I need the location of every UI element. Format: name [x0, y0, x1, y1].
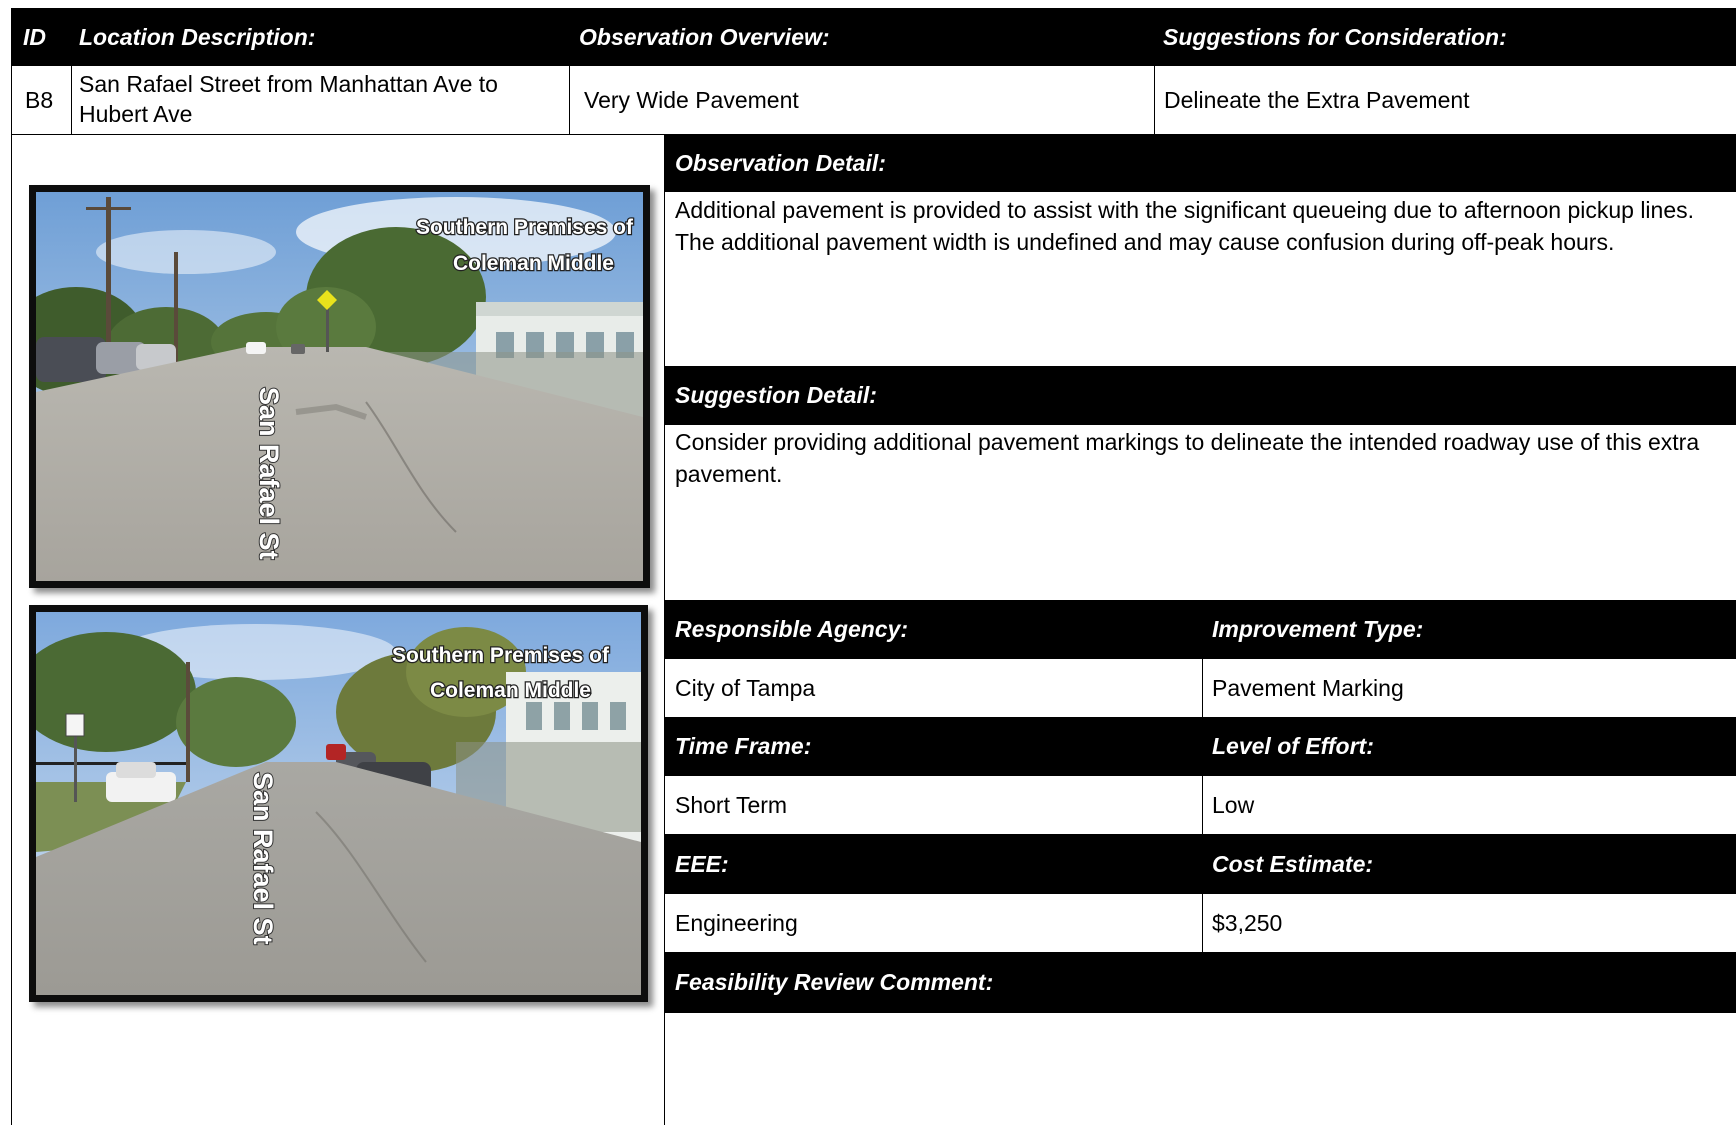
grid-line: [1202, 659, 1203, 717]
responsible-agency-value: City of Tampa: [675, 674, 816, 701]
premises-label-line2: Coleman Middle: [453, 252, 614, 275]
cost-estimate-header: Cost Estimate:: [1202, 834, 1736, 894]
eee-header: EEE:: [665, 834, 1202, 894]
observation-header: Observation Overview:: [569, 8, 1154, 66]
level-of-effort-header: Level of Effort:: [1202, 717, 1736, 776]
time-frame-header: Time Frame:: [665, 717, 1202, 776]
street-name-label: San Rafael St: [254, 387, 284, 560]
grid-line: [569, 66, 570, 134]
id-header: ID: [11, 8, 71, 66]
observation-detail-text: Additional pavement is provided to assis…: [675, 197, 1695, 255]
premises-label-line2: Coleman Middle: [430, 679, 591, 702]
improvement-type-value: Pavement Marking: [1212, 674, 1404, 701]
photo-1-image: San Rafael St Southern Premises of Colem…: [36, 192, 643, 581]
row-observation: Very Wide Pavement: [584, 86, 799, 113]
premises-label-line1: Southern Premises of: [392, 644, 610, 667]
site-photo-1: San Rafael St Southern Premises of Colem…: [29, 185, 650, 588]
feasibility-header: Feasibility Review Comment:: [665, 952, 1736, 1013]
premises-label-line1: Southern Premises of: [416, 216, 634, 239]
time-frame-value: Short Term: [675, 791, 788, 818]
grid-line: [11, 66, 12, 1125]
observation-detail-header: Observation Detail:: [665, 134, 1736, 192]
eee-value: Engineering: [675, 909, 798, 936]
cost-estimate-value: $3,250: [1212, 909, 1283, 936]
grid-line: [71, 66, 72, 134]
level-of-effort-value: Low: [1212, 791, 1255, 818]
suggestion-detail-text: Consider providing additional pavement m…: [675, 429, 1700, 487]
location-header: Location Description:: [71, 8, 569, 66]
suggestion-detail-header: Suggestion Detail:: [665, 366, 1736, 425]
suggestions-header: Suggestions for Consideration:: [1154, 8, 1736, 66]
site-photo-2: San Rafael St Southern Premises of Colem…: [29, 605, 648, 1002]
street-name-label: San Rafael St: [248, 772, 278, 945]
grid-line: [1202, 894, 1203, 952]
improvement-type-header: Improvement Type:: [1202, 600, 1736, 659]
row-location: San Rafael Street from Manhattan Ave to …: [79, 71, 498, 127]
responsible-agency-header: Responsible Agency:: [665, 600, 1202, 659]
grid-line: [1154, 66, 1155, 134]
row-id: B8: [25, 86, 54, 113]
grid-line: [1202, 776, 1203, 834]
row-suggestion: Delineate the Extra Pavement: [1164, 86, 1470, 113]
photo-2-image: San Rafael St Southern Premises of Colem…: [36, 612, 641, 995]
